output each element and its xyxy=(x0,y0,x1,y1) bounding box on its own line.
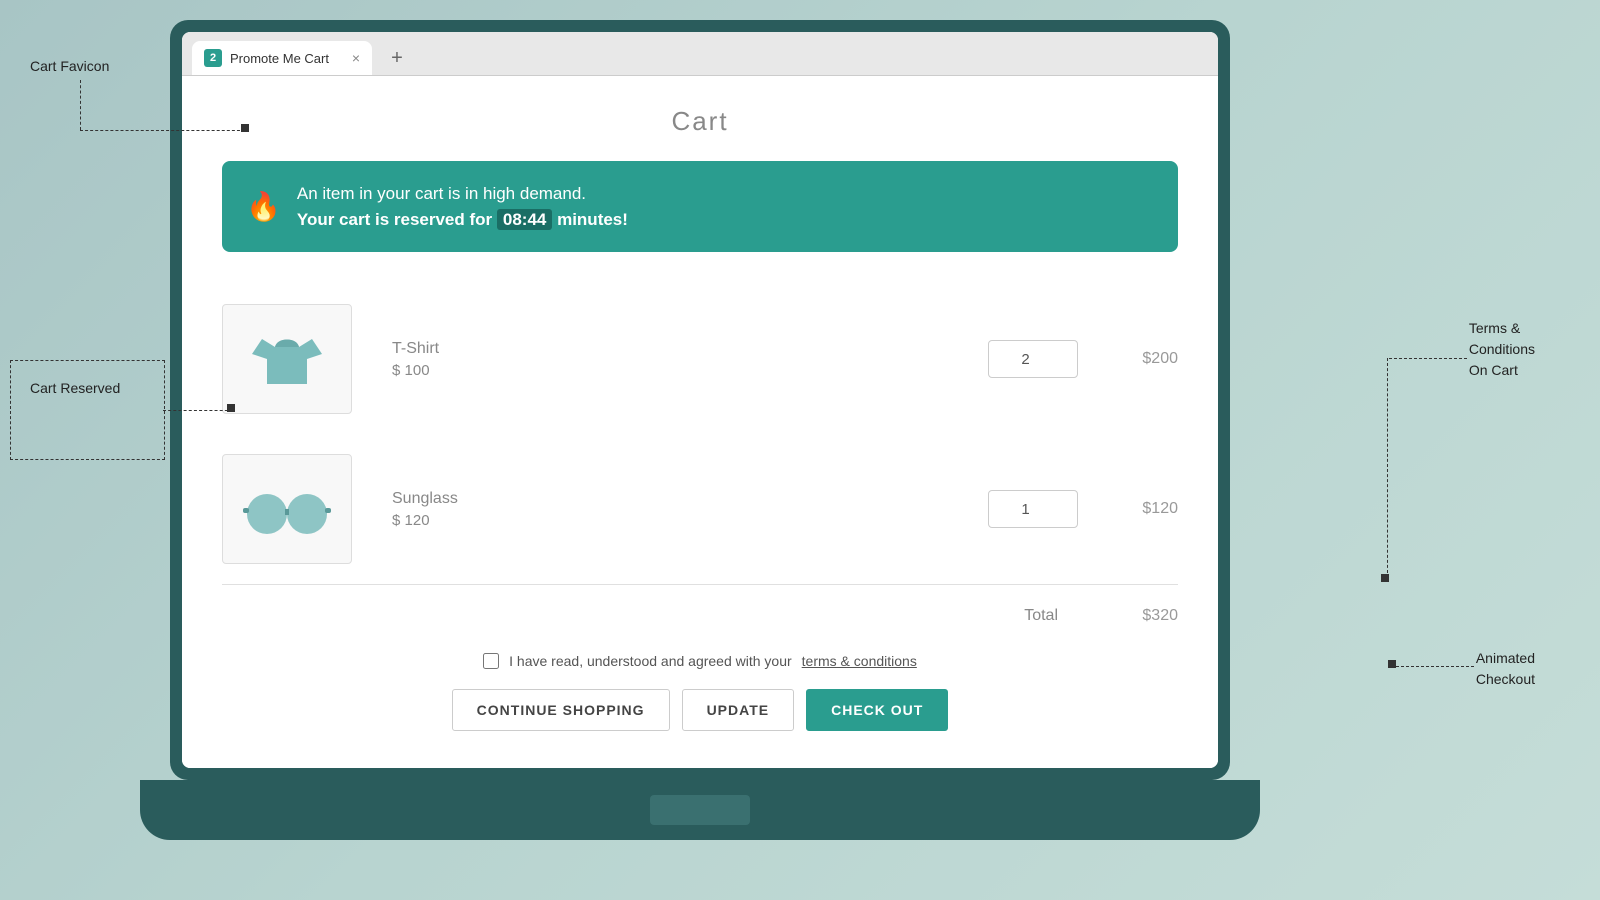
cart-item-sunglass: Sunglass $ 120 $120 xyxy=(222,434,1178,584)
total-label: Total xyxy=(1024,607,1058,625)
urgency-timer: 08:44 xyxy=(497,209,552,230)
sunglass-price: $ 120 xyxy=(392,512,948,529)
browser-tab-bar: 2 Promote Me Cart × + xyxy=(182,32,1218,76)
page-title: Cart xyxy=(222,106,1178,137)
urgency-line1: An item in your cart is in high demand. xyxy=(297,181,628,207)
urgency-prefix: Your cart is reserved for xyxy=(297,210,497,229)
tshirt-image xyxy=(222,304,352,414)
urgency-line2: Your cart is reserved for 08:44 minutes! xyxy=(297,207,628,233)
tab-title: Promote Me Cart xyxy=(230,51,329,66)
laptop-base xyxy=(140,780,1260,840)
fire-icon: 🔥 xyxy=(246,190,281,223)
total-amount: $320 xyxy=(1118,607,1178,625)
annotation-cart-favicon: Cart Favicon xyxy=(30,58,109,76)
laptop-touchpad xyxy=(650,795,750,825)
annotation-animated-checkout: Animated Checkout xyxy=(1476,648,1535,690)
sunglass-name: Sunglass xyxy=(392,490,948,508)
tshirt-details: T-Shirt $ 100 xyxy=(392,340,948,379)
tshirt-quantity-input[interactable] xyxy=(988,340,1078,378)
continue-shopping-button[interactable]: CONTINUE SHOPPING xyxy=(452,689,670,731)
laptop-container: 2 Promote Me Cart × + Cart 🔥 An item in … xyxy=(170,20,1280,840)
sunglass-image xyxy=(222,454,352,564)
browser-content: Cart 🔥 An item in your cart is in high d… xyxy=(182,76,1218,768)
urgency-banner: 🔥 An item in your cart is in high demand… xyxy=(222,161,1178,252)
urgency-suffix: minutes! xyxy=(552,210,628,229)
laptop-screen: 2 Promote Me Cart × + Cart 🔥 An item in … xyxy=(182,32,1218,768)
terms-checkbox[interactable] xyxy=(483,653,499,669)
new-tab-button[interactable]: + xyxy=(380,41,414,75)
sunglass-svg xyxy=(242,474,332,544)
tshirt-price: $ 100 xyxy=(392,362,948,379)
annotation-terms-conditions: Terms & Conditions On Cart xyxy=(1469,318,1535,381)
tshirt-name: T-Shirt xyxy=(392,340,948,358)
tab-favicon: 2 xyxy=(204,49,222,67)
tshirt-svg xyxy=(247,319,327,399)
terms-link[interactable]: terms & conditions xyxy=(802,653,917,669)
cart-total-row: Total $320 xyxy=(222,597,1178,641)
checkout-button[interactable]: CHECK OUT xyxy=(806,689,948,731)
sunglass-quantity-input[interactable] xyxy=(988,490,1078,528)
tab-close-button[interactable]: × xyxy=(352,50,360,66)
buttons-row: CONTINUE SHOPPING UPDATE CHECK OUT xyxy=(222,689,1178,731)
sunglass-total: $120 xyxy=(1118,500,1178,518)
urgency-text: An item in your cart is in high demand. … xyxy=(297,181,628,232)
tshirt-total: $200 xyxy=(1118,350,1178,368)
cart-item-tshirt: T-Shirt $ 100 $200 xyxy=(222,284,1178,434)
laptop-bezel: 2 Promote Me Cart × + Cart 🔥 An item in … xyxy=(170,20,1230,780)
cart-divider xyxy=(222,584,1178,585)
update-button[interactable]: UPDATE xyxy=(682,689,795,731)
terms-row: I have read, understood and agreed with … xyxy=(222,653,1178,669)
sunglass-details: Sunglass $ 120 xyxy=(392,490,948,529)
terms-text: I have read, understood and agreed with … xyxy=(509,653,792,669)
annotation-cart-reserved: Cart Reserved xyxy=(30,380,120,398)
browser-tab-active[interactable]: 2 Promote Me Cart × xyxy=(192,41,372,75)
